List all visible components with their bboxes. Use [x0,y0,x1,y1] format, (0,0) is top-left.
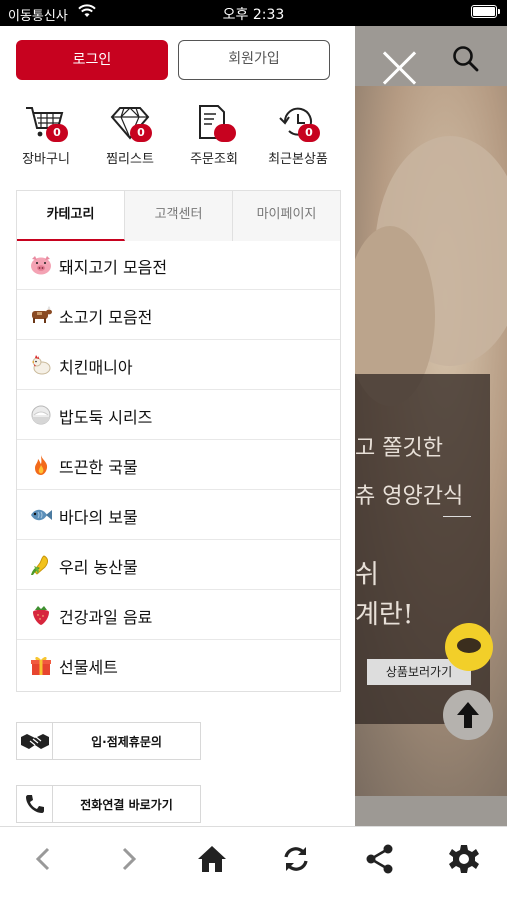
partnership-inquiry-button[interactable]: 입·점제휴문의 [16,722,201,760]
category-list: 돼지고기 모음전 소고기 모음전 치킨매니아 밥도둑 시리즈 뜨끈한 국물 바다… [16,240,341,692]
menu-tabs: 카테고리 고객센터 마이페이지 [16,190,341,241]
search-icon[interactable] [451,44,481,74]
partnership-inquiry-label: 입·점제휴문의 [91,735,162,749]
rice-bowl-icon [31,405,51,425]
home-icon [198,846,226,872]
fish-icon [31,509,52,521]
handshake-icon [17,723,53,759]
cart-count-badge: 0 [46,124,68,142]
wishlist-link[interactable]: 0 찜리스트 [86,102,174,172]
category-item[interactable]: 돼지고기 모음전 [17,240,340,290]
tab-my-page[interactable]: 마이페이지 [233,191,340,241]
auth-row: 로그인 회원가입 [16,40,330,80]
login-button[interactable]: 로그인 [16,40,168,80]
phone-icon [17,786,53,822]
order-lookup-label: 주문조회 [190,152,238,167]
background-page: 고 쫄깃한 츄 영양간식 쉬 계란! 상품보러가기 [355,26,507,826]
category-item[interactable]: 건강과일 음료 [17,590,340,640]
recent-count-badge: 0 [298,124,320,142]
forward-icon [122,847,137,871]
category-item[interactable]: 뜨끈한 국물 [17,440,340,490]
recent-items-link[interactable]: 0 최근본상품 [254,102,342,172]
join-button[interactable]: 회원가입 [178,40,330,80]
receipt-icon [192,102,236,142]
category-label: 돼지고기 모음전 [59,258,168,277]
back-button[interactable] [2,827,86,893]
refresh-icon [284,847,308,871]
battery-icon [471,5,500,18]
category-item[interactable]: 치킨매니아 [17,340,340,390]
cart-icon: 0 [24,102,68,142]
strawberry-icon [33,606,49,625]
promo-line: 고 쫄깃한 [355,436,443,461]
category-label: 건강과일 음료 [59,608,153,627]
promo-line: 계란! [355,600,414,630]
close-icon[interactable] [379,48,419,88]
wishlist-label: 찜리스트 [106,152,154,167]
category-item[interactable]: 밥도둑 시리즈 [17,390,340,440]
side-drawer: 로그인 회원가입 0 장바구니 0 찜리스트 주문조회 0 최근본상품 카테고리… [0,26,355,826]
order-lookup-link[interactable]: 주문조회 [170,102,258,172]
scroll-top-button[interactable] [443,690,493,740]
share-icon [366,844,393,874]
cart-link[interactable]: 0 장바구니 [2,102,90,172]
status-bar: 이동통신사 오후 2:33 [0,0,507,26]
call-shortcut-button[interactable]: 전화연결 바로가기 [16,785,201,823]
category-item[interactable]: 선물세트 [17,640,340,690]
pig-icon [31,256,51,275]
gift-icon [31,656,51,675]
diamond-icon: 0 [108,102,152,142]
order-count-badge [214,124,236,142]
cow-icon [32,305,52,323]
category-label: 우리 농산물 [59,558,138,577]
cart-label: 장바구니 [22,152,70,167]
share-button[interactable] [338,827,422,893]
wishlist-count-badge: 0 [130,124,152,142]
promo-line: 쉬 [355,560,379,590]
recent-items-label: 최근본상품 [268,152,328,167]
refresh-button[interactable] [254,827,338,893]
chicken-icon [32,355,51,375]
home-button[interactable] [170,827,254,893]
category-label: 소고기 모음전 [59,308,153,327]
category-label: 선물세트 [59,658,118,677]
divider [443,516,471,517]
clock: 오후 2:33 [222,7,285,23]
tab-customer-center[interactable]: 고객센터 [125,191,233,241]
history-icon: 0 [276,102,320,142]
category-label: 바다의 보물 [59,508,138,527]
forward-button[interactable] [86,827,170,893]
category-item[interactable]: 소고기 모음전 [17,290,340,340]
chat-icon[interactable] [445,623,493,671]
back-icon [35,847,50,871]
settings-icon [449,845,479,873]
settings-button[interactable] [422,827,506,893]
corn-icon [31,555,48,575]
bottom-toolbar [0,826,507,900]
category-item[interactable]: 우리 농산물 [17,540,340,590]
category-label: 밥도둑 시리즈 [59,408,153,427]
tab-category[interactable]: 카테고리 [17,191,125,241]
arrow-up-icon [457,702,479,728]
quick-links: 0 장바구니 0 찜리스트 주문조회 0 최근본상품 [0,102,355,172]
category-label: 치킨매니아 [59,358,133,377]
promo-line: 츄 영양간식 [355,484,464,509]
category-label: 뜨끈한 국물 [59,458,138,477]
call-shortcut-label: 전화연결 바로가기 [80,798,173,812]
fire-icon [35,455,48,475]
category-item[interactable]: 바다의 보물 [17,490,340,540]
